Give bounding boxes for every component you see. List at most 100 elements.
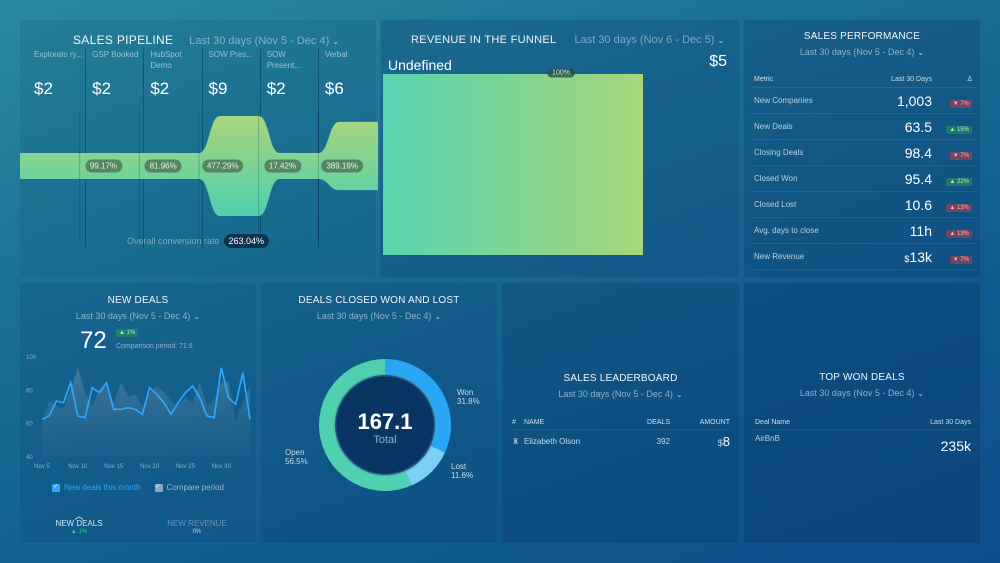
tab-label: NEW REVENUE	[167, 519, 227, 528]
date-range-dropdown[interactable]: Last 30 days (Nov 5 - Dec 4) ⌄	[744, 47, 980, 57]
amount-value: 8	[722, 433, 730, 449]
column-header-rank: #	[512, 419, 516, 426]
date-range-label: Last 30 days (Nov 5 - Dec 4)	[799, 388, 915, 398]
metric-number: 98.4	[904, 144, 932, 161]
chevron-down-icon: ⌄	[917, 389, 925, 398]
metric-name: Closed Lost	[754, 200, 797, 209]
x-tick-label: Nov 5	[34, 464, 50, 470]
caret-up-icon: ︿	[74, 511, 84, 521]
delta-badge: ▲ 13%	[946, 229, 972, 238]
deal-value: 235k	[940, 438, 971, 454]
leaderboard-table: # NAME DEALS AMOUNT ♜ Elizabeth Olson 39…	[512, 416, 730, 452]
stage-name: SOW Present...	[266, 50, 301, 70]
metric-value: 11h	[852, 223, 932, 239]
x-tick-label: Nov 25	[176, 464, 196, 470]
legend-item-current[interactable]: New deals this month	[52, 483, 141, 492]
chevron-down-icon: ⌄	[917, 48, 925, 57]
date-range-dropdown[interactable]: Last 30 days (Nov 5 - Dec 4) ⌄	[744, 388, 980, 398]
delta-badge: ▲ 1%	[116, 329, 139, 337]
metric-number: 95.4	[904, 170, 932, 187]
column-header-deals: DEALS	[647, 419, 670, 426]
date-range-label: Last 30 days (Nov 6 - Dec 5)	[574, 34, 715, 46]
column-header-value: Last 30 Days	[891, 76, 932, 83]
tab-new-deals[interactable]: ︿ NEW DEALS ▲ 1%	[20, 511, 138, 535]
date-range-dropdown[interactable]: Last 30 days (Nov 5 - Dec 4) ⌄	[261, 311, 497, 321]
date-range-label: Last 30 days (Nov 5 - Dec 4)	[316, 311, 432, 321]
stage-name: Explorato ry...	[34, 50, 83, 59]
x-tick-label: Nov 20	[140, 464, 160, 470]
funnel-percent-badge: 100%	[547, 68, 575, 78]
metric-delta: ▲ 15%	[932, 118, 972, 136]
stage-value: $6	[324, 79, 344, 98]
tab-new-revenue[interactable]: NEW REVENUE 0%	[138, 519, 256, 535]
checkbox-icon[interactable]	[52, 483, 61, 492]
chevron-down-icon: ⌄	[193, 312, 201, 321]
overall-conversion: Overall conversion rate 263.04%	[20, 234, 376, 248]
deal-name: AirBnB	[755, 434, 780, 443]
metric-name: Avg. days to close	[754, 226, 819, 235]
conversion-badge: 477.29%	[202, 159, 244, 173]
metric-number: 11h	[909, 222, 932, 239]
metric-value: 95.4	[852, 171, 932, 187]
table-header: # NAME DEALS AMOUNT	[512, 416, 730, 430]
metric-value: 98.4	[852, 145, 932, 161]
column-header-delta: Δ	[967, 76, 972, 83]
chevron-down-icon: ⌄	[675, 390, 683, 399]
leader-deals: 392	[656, 436, 670, 446]
new-deals-line-chart: 40 60 80 100 Nov 5 Nov 10 Nov 15 Nov 20 Nov 25 No…	[26, 355, 251, 470]
table-row[interactable]: Avg. days to close 11h ▲ 13%	[750, 218, 976, 244]
delta-badge: ▼ 7%	[949, 99, 972, 108]
checkbox-icon[interactable]	[154, 483, 163, 492]
x-tick-label: Nov 10	[68, 464, 88, 470]
metric-value: 10.6	[852, 197, 932, 213]
metric-number: 63.5	[904, 118, 932, 135]
sales-pipeline-panel: SALES PIPELINE Last 30 days (Nov 5 - Dec…	[19, 19, 378, 278]
top-won-table: Deal Name Last 30 Days AirBnB 235k	[752, 416, 974, 458]
slice-percent-label: 56.5%	[285, 457, 308, 466]
date-range-label: Last 30 days (Nov 5 - Dec 4)	[558, 389, 673, 399]
table-row[interactable]: AirBnB 235k	[752, 430, 974, 458]
table-row[interactable]: Closing Deals 98.4 ▼ 7%	[750, 140, 976, 166]
metric-number: 1,003	[896, 92, 932, 109]
stage-value: $2	[266, 79, 286, 98]
metric-value: 63.5	[852, 119, 932, 135]
tab-delta: ▲ 1%	[70, 529, 88, 535]
slice-category-label: Won	[457, 388, 473, 397]
table-row[interactable]: New Revenue $13k ▼ 7%	[750, 244, 976, 270]
metric-delta: ▲ 13%	[932, 196, 972, 214]
delta-badge: ▲ 15%	[946, 125, 972, 134]
table-row[interactable]: ♜ Elizabeth Olson 392 $8	[512, 430, 730, 452]
chevron-down-icon: ⌄	[434, 312, 442, 321]
donut-total-value: 167.1	[357, 409, 412, 434]
pipeline-flow-chart	[20, 110, 378, 240]
metric-number: 13k	[909, 248, 932, 265]
table-row[interactable]: New Deals 63.5 ▲ 15%	[750, 114, 976, 140]
performance-table: Metric Last 30 Days Δ New Companies 1,00…	[750, 72, 976, 270]
legend-label: New deals this month	[64, 483, 141, 492]
legend-label: Compare period	[166, 483, 224, 492]
delta-badge: ▲ 22%	[946, 177, 972, 186]
date-range-dropdown[interactable]: Last 30 days (Nov 6 - Dec 5) ⌄	[574, 34, 724, 46]
metric-value: 1,003	[852, 93, 932, 109]
table-row[interactable]: Closed Lost 10.6 ▲ 13%	[750, 192, 976, 218]
stage-name: Verbal	[324, 50, 348, 59]
date-range-dropdown[interactable]: Last 30 days (Nov 5 - Dec 4) ⌄	[20, 311, 256, 321]
chart-legend: New deals this month Compare period	[20, 483, 256, 492]
metric-value: $13k	[852, 249, 932, 265]
funnel-bar	[383, 74, 643, 255]
y-tick-label: 40	[26, 455, 33, 461]
date-range-label: Last 30 days (Nov 5 - Dec 4)	[799, 47, 915, 57]
date-range-dropdown[interactable]: Last 30 days (Nov 5 - Dec 4) ⌄	[189, 35, 339, 47]
table-row[interactable]: New Companies 1,003 ▼ 7%	[750, 88, 976, 114]
panel-title: TOP WON DEALS	[819, 372, 905, 383]
metric-delta: ▼ 7%	[932, 144, 972, 162]
stage-value: $2	[150, 79, 170, 98]
metric-name: Closing Deals	[754, 148, 804, 157]
conversion-badge: 99.17%	[84, 159, 123, 173]
legend-item-compare[interactable]: Compare period	[154, 483, 224, 492]
date-range-dropdown[interactable]: Last 30 days (Nov 5 - Dec 4) ⌄	[502, 389, 739, 399]
slice-percent-label: 11.6%	[451, 471, 473, 480]
table-row[interactable]: Closed Won 95.4 ▲ 22%	[750, 166, 976, 192]
metric-delta: ▲ 22%	[932, 170, 972, 188]
metric-delta: ▲ 13%	[932, 222, 972, 240]
